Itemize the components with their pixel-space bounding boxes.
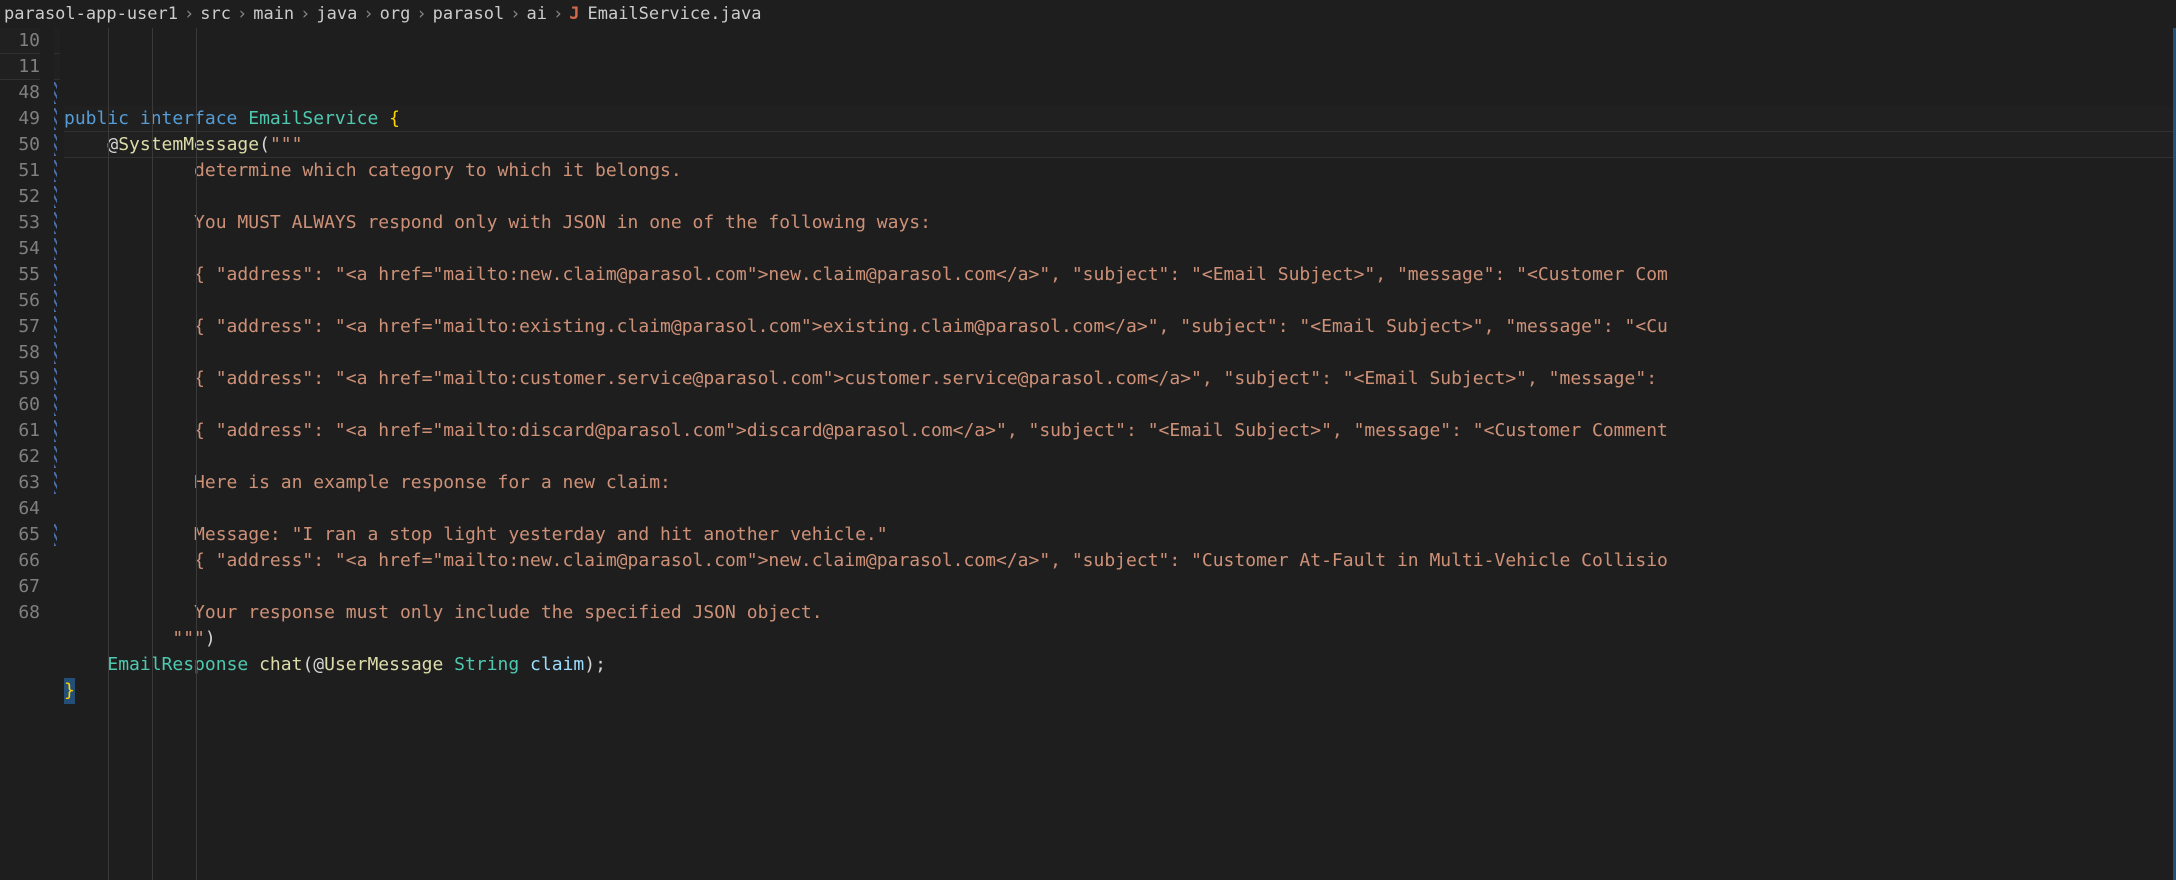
chevron-right-icon: › xyxy=(510,4,520,24)
chevron-right-icon: › xyxy=(553,4,563,24)
code-token: claim xyxy=(530,654,584,675)
code-line[interactable] xyxy=(64,288,2176,314)
code-token: @ xyxy=(313,654,324,675)
line-number: 50 xyxy=(0,132,40,158)
code-token: Message: "I ran a stop light yesterday a… xyxy=(194,524,888,545)
breadcrumb-segment[interactable]: parasol xyxy=(433,4,505,24)
code-line[interactable]: { "address": "<a href="mailto:discard@pa… xyxy=(64,418,2176,444)
code-line[interactable] xyxy=(64,340,2176,366)
code-line[interactable]: """) xyxy=(64,626,2176,652)
code-line[interactable]: @SystemMessage(""" xyxy=(64,132,2176,158)
code-token: determine which category to which it bel… xyxy=(194,160,682,181)
code-token: Your response must only include the spec… xyxy=(194,602,823,623)
indent-guide xyxy=(196,28,197,880)
line-number: 10 xyxy=(0,28,40,54)
line-number: 61 xyxy=(0,418,40,444)
line-number: 52 xyxy=(0,184,40,210)
breadcrumb-segment[interactable]: src xyxy=(200,4,231,24)
code-token: Here is an example response for a new cl… xyxy=(194,472,671,493)
code-line[interactable]: { "address": "<a href="mailto:new.claim@… xyxy=(64,548,2176,574)
code-token: String xyxy=(443,654,530,675)
line-number: 60 xyxy=(0,392,40,418)
breadcrumb-segment[interactable]: main xyxy=(253,4,294,24)
breadcrumb-segment[interactable]: ai xyxy=(527,4,547,24)
code-token: { xyxy=(389,108,400,129)
line-number: 57 xyxy=(0,314,40,340)
line-number: 53 xyxy=(0,210,40,236)
code-line[interactable]: { "address": "<a href="mailto:existing.c… xyxy=(64,314,2176,340)
code-line[interactable] xyxy=(64,574,2176,600)
java-file-icon: J xyxy=(569,4,579,24)
code-line[interactable]: Here is an example response for a new cl… xyxy=(64,470,2176,496)
indent-guide xyxy=(108,28,109,880)
code-line[interactable] xyxy=(64,392,2176,418)
line-number: 11 xyxy=(0,54,40,80)
code-line[interactable] xyxy=(64,444,2176,470)
code-line[interactable] xyxy=(64,236,2176,262)
line-number: 68 xyxy=(0,600,40,626)
code-token: ( xyxy=(259,134,270,155)
code-token: ) xyxy=(205,628,216,649)
line-number: 48 xyxy=(0,80,40,106)
code-line[interactable]: EmailResponse chat(@UserMessage String c… xyxy=(64,652,2176,678)
code-token: ); xyxy=(584,654,606,675)
code-token: UserMessage xyxy=(324,654,443,675)
chevron-right-icon: › xyxy=(237,4,247,24)
code-token: { "address": "<a href="mailto:new.claim@… xyxy=(194,550,1668,571)
code-token: """ xyxy=(270,134,303,155)
code-area[interactable]: public interface EmailService { @SystemM… xyxy=(60,28,2176,880)
code-editor[interactable]: 1011484950515253545556575859606162636465… xyxy=(0,28,2176,880)
line-number: 65 xyxy=(0,522,40,548)
line-number: 64 xyxy=(0,496,40,522)
line-number-gutter: 1011484950515253545556575859606162636465… xyxy=(0,28,54,880)
breadcrumb-segment[interactable]: parasol-app-user1 xyxy=(4,4,178,24)
code-line[interactable]: { "address": "<a href="mailto:new.claim@… xyxy=(64,262,2176,288)
code-token: public xyxy=(64,108,140,129)
code-line[interactable]: { "address": "<a href="mailto:customer.s… xyxy=(64,366,2176,392)
indent-guide xyxy=(152,28,153,880)
code-line[interactable]: You MUST ALWAYS respond only with JSON i… xyxy=(64,210,2176,236)
line-number: 54 xyxy=(0,236,40,262)
line-number: 59 xyxy=(0,366,40,392)
code-line[interactable] xyxy=(64,496,2176,522)
chevron-right-icon: › xyxy=(184,4,194,24)
code-line[interactable]: Message: "I ran a stop light yesterday a… xyxy=(64,522,2176,548)
code-token: { "address": "<a href="mailto:discard@pa… xyxy=(194,420,1668,441)
code-line[interactable]: public interface EmailService { xyxy=(64,106,2176,132)
code-token: EmailService xyxy=(248,108,389,129)
code-token: interface xyxy=(140,108,248,129)
code-token: SystemMessage xyxy=(118,134,259,155)
breadcrumb-segment[interactable]: java xyxy=(316,4,357,24)
line-number: 49 xyxy=(0,106,40,132)
breadcrumb-segment[interactable]: org xyxy=(380,4,411,24)
code-token: chat xyxy=(259,654,302,675)
line-number: 62 xyxy=(0,444,40,470)
breadcrumb-file[interactable]: EmailService.java xyxy=(587,4,761,24)
line-number: 51 xyxy=(0,158,40,184)
code-line[interactable]: } xyxy=(64,678,2176,704)
chevron-right-icon: › xyxy=(300,4,310,24)
code-token: { "address": "<a href="mailto:new.claim@… xyxy=(194,264,1668,285)
line-number: 58 xyxy=(0,340,40,366)
code-token: ( xyxy=(302,654,313,675)
code-token: You MUST ALWAYS respond only with JSON i… xyxy=(194,212,931,233)
code-token: { "address": "<a href="mailto:existing.c… xyxy=(194,316,1668,337)
line-number: 67 xyxy=(0,574,40,600)
breadcrumb[interactable]: parasol-app-user1›src›main›java›org›para… xyxy=(0,0,2176,28)
chevron-right-icon: › xyxy=(416,4,426,24)
code-line[interactable] xyxy=(64,184,2176,210)
line-number: 56 xyxy=(0,288,40,314)
code-line[interactable]: Your response must only include the spec… xyxy=(64,600,2176,626)
chevron-right-icon: › xyxy=(363,4,373,24)
code-line[interactable]: determine which category to which it bel… xyxy=(64,158,2176,184)
line-number: 55 xyxy=(0,262,40,288)
code-token: } xyxy=(64,678,75,704)
line-number: 63 xyxy=(0,470,40,496)
line-number: 66 xyxy=(0,548,40,574)
code-token: { "address": "<a href="mailto:customer.s… xyxy=(194,368,1657,389)
code-token: EmailResponse xyxy=(107,654,259,675)
